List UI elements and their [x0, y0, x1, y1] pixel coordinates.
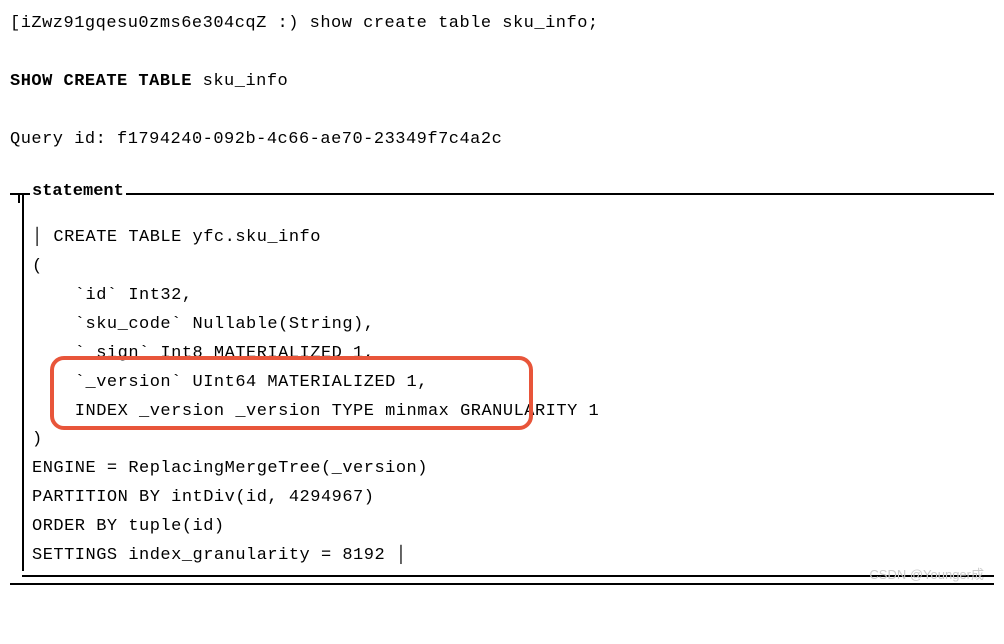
- terminal-output: [iZwz91gqesu0zms6e304cqZ :) show create …: [10, 10, 994, 585]
- sql-line: `id` Int32,: [32, 282, 994, 311]
- blank-line: [10, 97, 994, 126]
- sql-line: INDEX _version _version TYPE minmax GRAN…: [32, 398, 994, 427]
- result-box-body: │ CREATE TABLE yfc.sku_info ( `id` Int32…: [22, 195, 994, 571]
- blank-line: [32, 195, 994, 224]
- query-id-value: f1794240-092b-4c66-ae70-23349f7c4a2c: [117, 130, 502, 149]
- outer-border-bottom: [10, 583, 994, 585]
- query-id-label: Query id:: [10, 130, 117, 149]
- echo-bold: SHOW CREATE TABLE: [10, 72, 192, 91]
- sql-line: (: [32, 253, 994, 282]
- sql-line: ): [32, 426, 994, 455]
- echo-line: SHOW CREATE TABLE sku_info: [10, 68, 994, 97]
- prompt-line: [iZwz91gqesu0zms6e304cqZ :) show create …: [10, 10, 994, 39]
- sql-line-highlighted: `_sign` Int8 MATERIALIZED 1,: [32, 340, 994, 369]
- sql-line: ORDER BY tuple(id): [32, 513, 994, 542]
- sql-line: SETTINGS index_granularity = 8192 │: [32, 542, 994, 571]
- blank-line: [10, 154, 994, 183]
- sql-line: │ CREATE TABLE yfc.sku_info: [32, 224, 994, 253]
- echo-rest: sku_info: [192, 72, 288, 91]
- watermark: CSDN @Younger成: [869, 564, 984, 583]
- blank-line: [10, 39, 994, 68]
- sql-line: PARTITION BY intDiv(id, 4294967): [32, 484, 994, 513]
- result-box-bottom: [22, 575, 994, 577]
- sql-line: ENGINE = ReplacingMergeTree(_version): [32, 455, 994, 484]
- result-box-top: statement: [10, 193, 994, 195]
- query-id-line: Query id: f1794240-092b-4c66-ae70-23349f…: [10, 126, 994, 155]
- box-label: statement: [30, 182, 126, 201]
- sql-line: `sku_code` Nullable(String),: [32, 311, 994, 340]
- sql-line-highlighted: `_version` UInt64 MATERIALIZED 1,: [32, 369, 994, 398]
